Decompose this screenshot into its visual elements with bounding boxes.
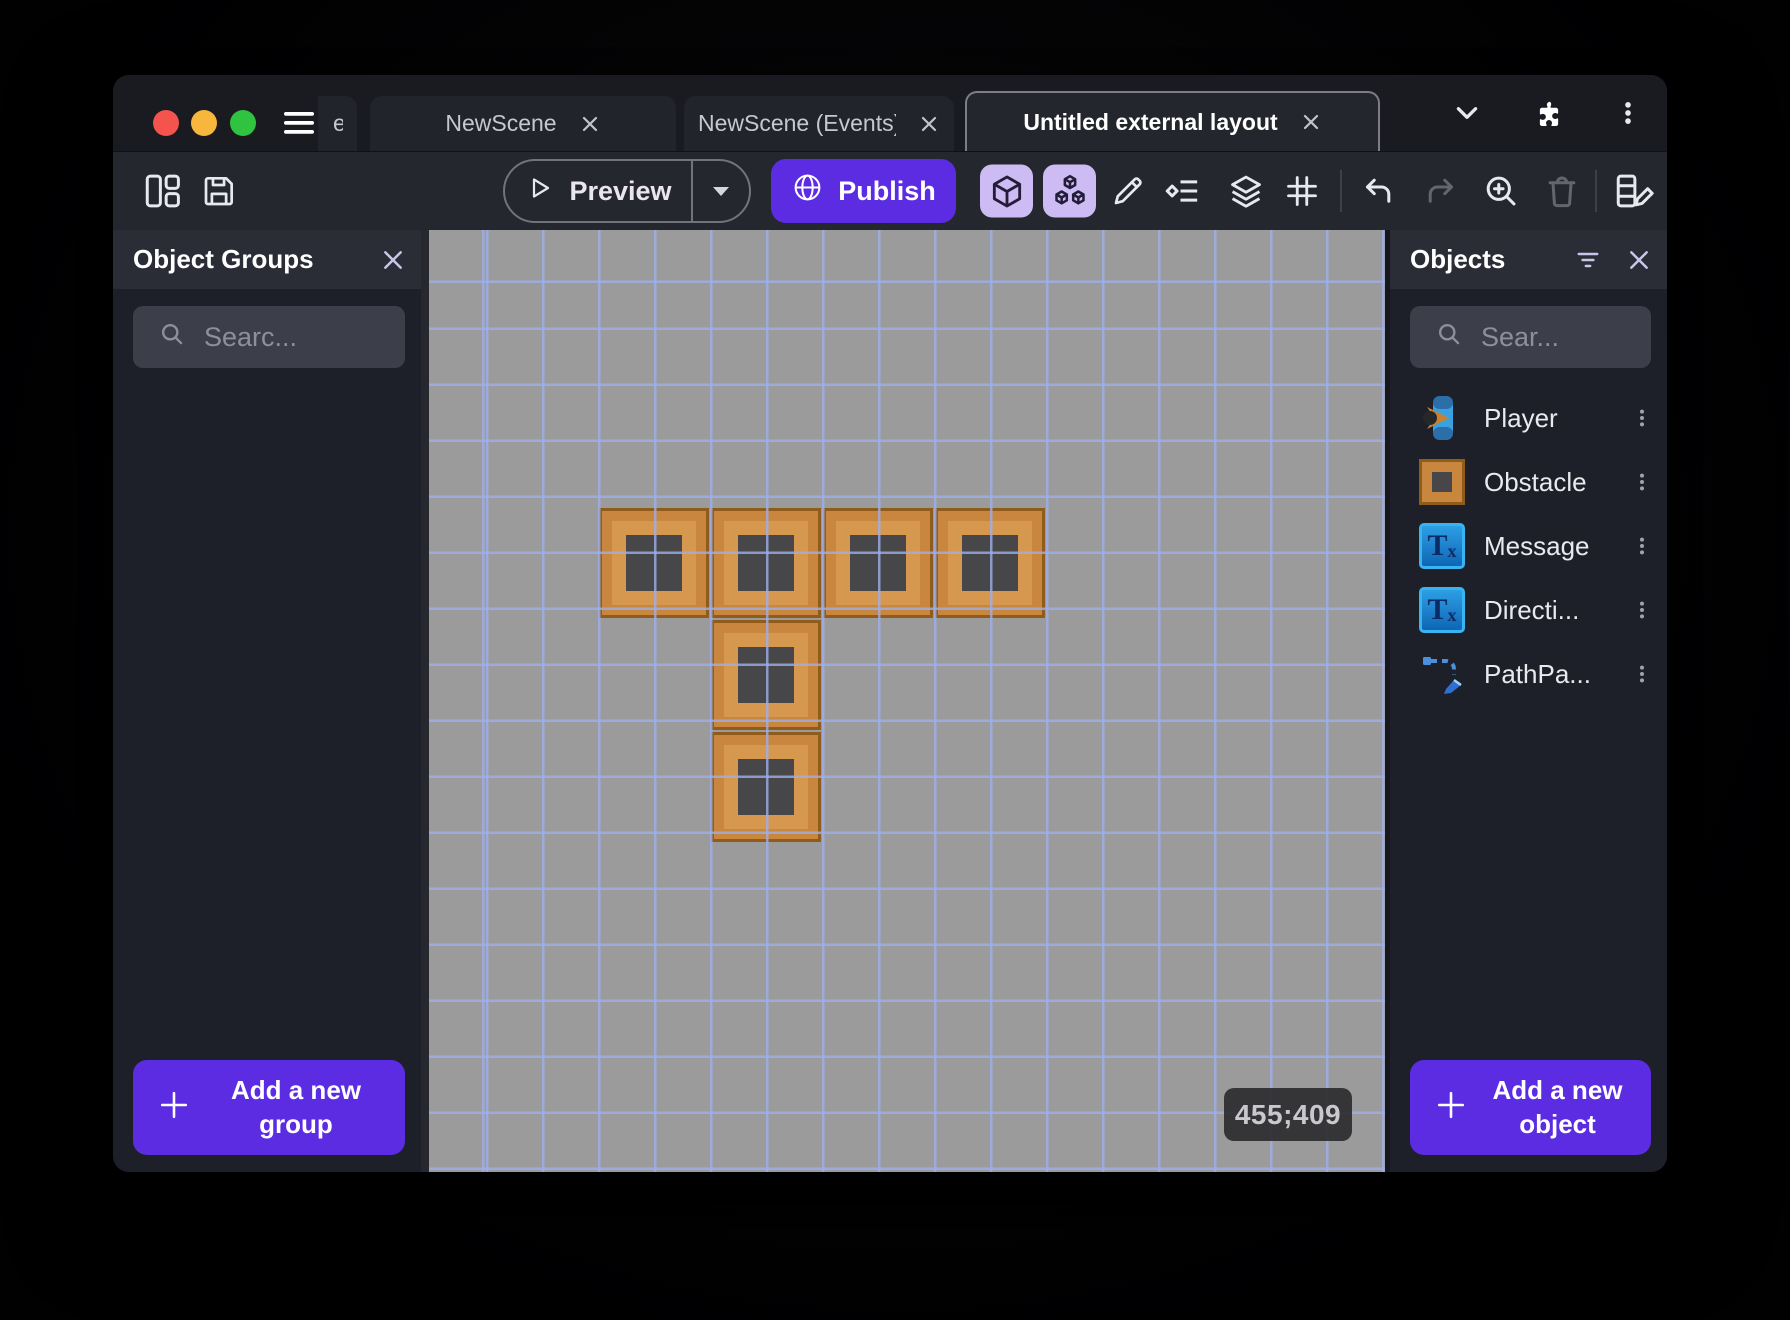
object-list-item[interactable]: Tx Directi...	[1390, 578, 1667, 642]
globe-icon	[791, 171, 824, 211]
obstacle-instance[interactable]	[935, 508, 1045, 618]
zoom-in-icon[interactable]	[1482, 172, 1520, 210]
object-groups-search[interactable]	[133, 306, 405, 368]
trash-icon[interactable]	[1543, 172, 1581, 210]
home-dashboard-icon[interactable]	[142, 170, 184, 212]
path-icon	[1418, 650, 1466, 698]
object-list-item[interactable]: Player	[1390, 386, 1667, 450]
obstacle-instance[interactable]	[599, 508, 709, 618]
instances-tool-cubes-icon[interactable]	[1043, 164, 1096, 218]
grid-icon[interactable]	[1283, 172, 1321, 210]
panel-divider	[421, 230, 429, 1172]
layers-icon[interactable]	[1227, 172, 1265, 210]
window-close-button[interactable]	[153, 110, 179, 136]
undo-icon[interactable]	[1360, 173, 1396, 209]
text-object-icon: Tx	[1418, 586, 1466, 634]
instances-list-icon[interactable]	[1163, 171, 1203, 211]
tab-partial[interactable]: e	[318, 96, 357, 151]
object-menu-icon[interactable]	[1631, 661, 1653, 687]
tab-label: NewScene	[445, 110, 557, 136]
object-groups-header: Object Groups	[113, 230, 421, 289]
object-groups-panel: Object Groups Add a new group	[113, 230, 421, 1172]
object-list-item[interactable]: PathPa...	[1390, 642, 1667, 706]
main-content: Object Groups Add a new group	[113, 230, 1667, 1172]
app-window: e NewScene NewScene (Events) Untitled exter…	[113, 75, 1667, 1172]
add-object-button-label: Add a new object	[1492, 1074, 1623, 1139]
object-groups-title: Object Groups	[133, 244, 314, 274]
object-label: Directi...	[1484, 594, 1580, 625]
object-menu-icon[interactable]	[1631, 405, 1653, 431]
toolbar-divider	[1340, 170, 1342, 212]
object-label: PathPa...	[1484, 658, 1591, 689]
search-icon	[159, 321, 186, 353]
window-zoom-button[interactable]	[230, 110, 256, 136]
tab-close-icon[interactable]	[918, 113, 940, 135]
objects-search-input[interactable]	[1479, 320, 1637, 354]
text-object-icon: Tx	[1418, 522, 1466, 570]
preview-options-caret[interactable]	[691, 161, 749, 221]
window-minimize-button[interactable]	[191, 110, 217, 136]
plus-icon	[159, 1090, 189, 1125]
obstacle-instance[interactable]	[711, 732, 821, 842]
redo-icon[interactable]	[1423, 173, 1459, 209]
cursor-coordinates-value: 455;409	[1234, 1098, 1342, 1130]
tab[interactable]: Untitled external layout	[965, 91, 1380, 151]
menu-icon[interactable]	[283, 110, 315, 136]
plus-icon	[1436, 1090, 1466, 1125]
save-icon[interactable]	[200, 172, 238, 210]
tab-close-icon[interactable]	[1300, 111, 1322, 133]
tab-label: NewScene (Events)	[698, 110, 896, 136]
add-group-button[interactable]: Add a new group	[133, 1060, 405, 1155]
filter-icon[interactable]	[1575, 247, 1601, 273]
player-icon	[1418, 394, 1466, 442]
tab-bar-actions	[1453, 75, 1667, 151]
tab-close-icon[interactable]	[579, 113, 601, 135]
search-icon	[1436, 321, 1463, 353]
object-list-item[interactable]: Obstacle	[1390, 450, 1667, 514]
tab-bar: e NewScene NewScene (Events) Untitled exter…	[113, 75, 1667, 151]
tab-label: e	[333, 110, 343, 136]
pencil-edit-icon[interactable]	[1110, 173, 1146, 209]
object-label: Obstacle	[1484, 466, 1587, 497]
scene-canvas[interactable]: 455;409	[429, 230, 1385, 1172]
obstacle-instance[interactable]	[823, 508, 933, 618]
extensions-puzzle-icon[interactable]	[1533, 98, 1563, 128]
chevron-down-icon[interactable]	[1453, 99, 1481, 127]
tab[interactable]: NewScene (Events)	[684, 96, 954, 151]
objects-list: Player Obstacle Tx Message Tx Directi... PathP…	[1390, 386, 1667, 1172]
obstacle-icon	[1418, 458, 1466, 506]
object-label: Message	[1484, 530, 1590, 561]
objects-panel: Objects Player Obstacle Tx Message Tx Directi…	[1390, 230, 1667, 1172]
play-icon	[524, 173, 554, 210]
object-menu-icon[interactable]	[1631, 597, 1653, 623]
cursor-coordinates-badge: 455;409	[1224, 1088, 1352, 1141]
obstacle-instance[interactable]	[711, 620, 821, 730]
tab-label: Untitled external layout	[1023, 108, 1278, 135]
toolbar: Preview Publish	[113, 151, 1667, 230]
edit-scene-icon[interactable]	[1613, 170, 1655, 212]
toolbar-divider	[1595, 170, 1597, 212]
object-menu-icon[interactable]	[1631, 533, 1653, 559]
object-menu-icon[interactable]	[1631, 469, 1653, 495]
obstacle-instance[interactable]	[711, 508, 821, 618]
close-icon[interactable]	[1627, 248, 1651, 272]
objects-search[interactable]	[1410, 306, 1651, 368]
objects-tool-cube-icon[interactable]	[980, 164, 1033, 218]
preview-button[interactable]: Preview	[503, 159, 751, 223]
publish-button-label: Publish	[838, 175, 936, 206]
object-list-item[interactable]: Tx Message	[1390, 514, 1667, 578]
object-groups-search-input[interactable]	[202, 320, 391, 354]
object-groups-list	[113, 386, 421, 1172]
close-icon[interactable]	[381, 248, 405, 272]
publish-button[interactable]: Publish	[771, 159, 956, 223]
object-label: Player	[1484, 402, 1558, 433]
more-options-icon[interactable]	[1615, 99, 1641, 127]
canvas-grid-overlay	[429, 230, 1385, 1172]
objects-header: Objects	[1390, 230, 1667, 289]
add-object-button[interactable]: Add a new object	[1410, 1060, 1651, 1155]
objects-title: Objects	[1410, 244, 1506, 274]
preview-button-label: Preview	[569, 175, 672, 206]
add-group-button-label: Add a new group	[230, 1074, 361, 1139]
tab[interactable]: NewScene	[370, 96, 676, 151]
